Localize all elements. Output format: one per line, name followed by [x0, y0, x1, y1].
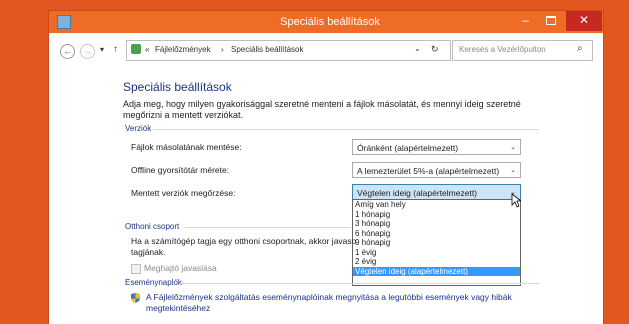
shield-icon [131, 293, 140, 303]
back-button[interactable]: ← [60, 44, 75, 59]
keep-versions-select[interactable]: Végtelen ideig (alapértelmezett) ⌄ [352, 184, 521, 200]
homegroup-divider [185, 227, 351, 228]
search-icon[interactable]: ⌕ [577, 43, 583, 54]
keep-versions-dropdown[interactable]: Amíg van hely 1 hónapig 3 hónapig 6 hóna… [352, 199, 521, 286]
versions-divider [153, 129, 539, 130]
offline-cache-select[interactable]: A lemezterület 5%-a (alapértelmezett) ⌄ [352, 162, 521, 178]
eventlogs-group-label: Eseménynaplók [125, 278, 182, 287]
offline-cache-label: Offline gyorsítótár mérete: [131, 165, 230, 175]
versions-group-label: Verziók [125, 124, 152, 133]
open-event-logs-link[interactable]: A Fájlelőzmények szolgáltatás eseménynap… [146, 292, 526, 314]
close-button[interactable]: ✕ [566, 11, 602, 31]
address-overflow[interactable]: « [145, 45, 149, 54]
dropdown-option[interactable]: 6 hónapig [353, 229, 520, 239]
keep-versions-value: Végtelen ideig (alapértelmezett) [357, 188, 478, 198]
mouse-cursor-icon [511, 193, 521, 208]
homegroup-group-label: Otthoni csoport [125, 222, 180, 231]
refresh-icon[interactable]: ↻ [431, 44, 439, 55]
recommend-drive-label: Meghajtó javaslása [144, 263, 217, 273]
eventlogs-divider [180, 283, 539, 284]
recent-locations-icon[interactable]: ▾ [100, 45, 104, 54]
dropdown-option[interactable]: 3 hónapig [353, 219, 520, 229]
window-title: Speciális beállítások [280, 16, 380, 28]
save-copies-label: Fájlok másolatának mentése: [131, 142, 242, 152]
search-input[interactable]: Keresés a Vezérlőpulton [459, 45, 546, 54]
page-description: Adja meg, hogy milyen gyakorisággal szer… [123, 99, 521, 120]
up-button[interactable]: ↑ [113, 44, 118, 55]
page-title: Speciális beállítások [123, 80, 232, 94]
dropdown-option-selected[interactable]: Végtelen ideig (alapértelmezett) [353, 266, 520, 276]
minimize-button[interactable]: – [513, 11, 538, 31]
dropdown-option[interactable]: Amíg van hely [353, 200, 520, 210]
forward-button[interactable]: → [80, 44, 95, 59]
dropdown-option[interactable]: 2 évig [353, 257, 520, 267]
maximize-button[interactable] [538, 11, 563, 31]
maximize-icon [545, 16, 556, 25]
keep-versions-label: Mentett verziók megőrzése: [131, 188, 236, 198]
offline-cache-value: A lemezterület 5%-a (alapértelmezett) [357, 166, 500, 176]
dropdown-option[interactable]: 1 hónapig [353, 210, 520, 220]
breadcrumb-separator[interactable]: › [221, 45, 224, 54]
save-copies-value: Óránként (alapértelmezett) [357, 143, 459, 153]
dropdown-option[interactable]: 9 hónapig [353, 238, 520, 248]
chevron-down-icon: ⌄ [510, 144, 516, 151]
recommend-drive-checkbox[interactable] [131, 264, 141, 274]
file-history-app-icon [57, 15, 71, 29]
breadcrumb-advanced-settings[interactable]: Speciális beállítások [231, 45, 303, 54]
control-panel-icon [131, 44, 141, 54]
address-dropdown-icon[interactable]: ⌄ [414, 44, 421, 53]
breadcrumb-file-history[interactable]: Fájlelőzmények [155, 45, 211, 54]
homegroup-text-line2: tagjának. [131, 247, 166, 257]
save-copies-select[interactable]: Óránként (alapértelmezett) ⌄ [352, 139, 521, 155]
chevron-down-icon: ⌄ [510, 167, 516, 174]
dropdown-option[interactable]: 1 évig [353, 248, 520, 258]
homegroup-text-line1: Ha a számítógép tagja egy otthoni csopor… [131, 236, 357, 246]
